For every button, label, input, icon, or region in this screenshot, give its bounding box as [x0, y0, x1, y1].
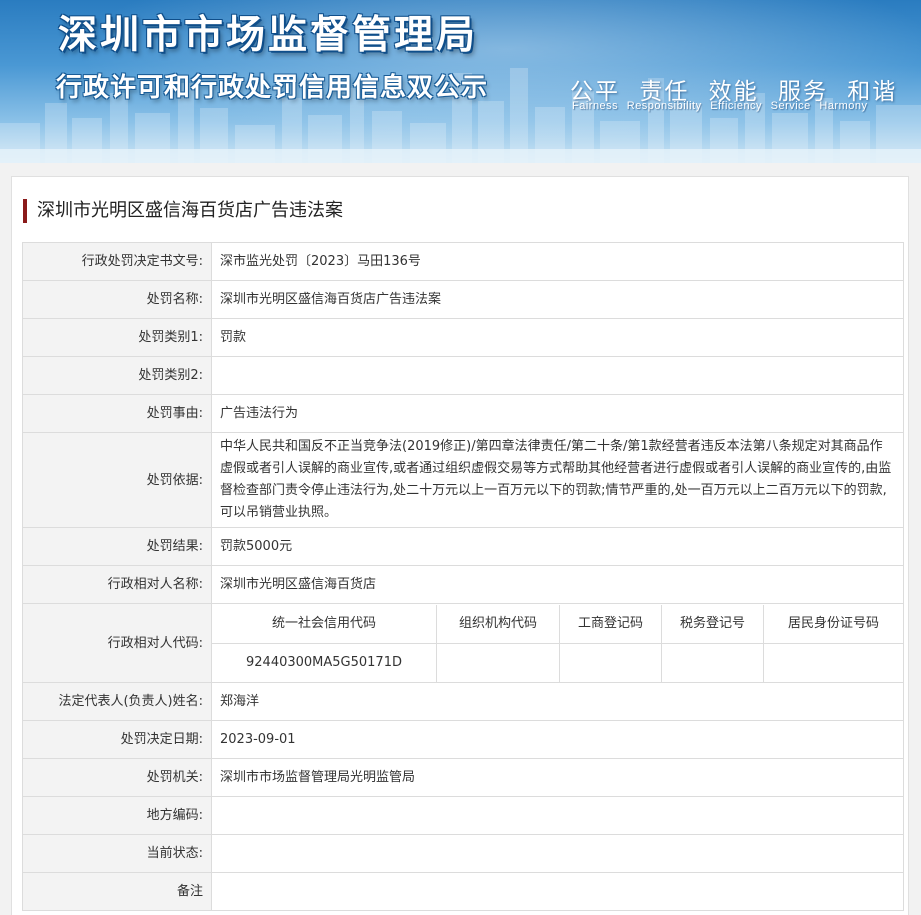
- case-detail-card: 深圳市光明区盛信海百货店广告违法案 行政处罚决定书文号: 深市监光处罚〔2023…: [11, 176, 909, 915]
- code-header: 工商登记码: [559, 604, 662, 644]
- field-value-party-name: 深圳市光明区盛信海百货店: [211, 565, 904, 604]
- banner-title: 深圳市市场监督管理局: [58, 13, 479, 58]
- case-info-table: 行政处罚决定书文号: 深市监光处罚〔2023〕马田136号 处罚名称: 深圳市光…: [22, 242, 904, 911]
- field-label: 处罚机关:: [22, 758, 212, 797]
- business-reg-value: [559, 642, 662, 682]
- field-label: 处罚事由:: [22, 394, 212, 433]
- slogan-word-en: Harmony: [819, 100, 868, 112]
- party-code-table: 统一社会信用代码 组织机构代码 工商登记码 税务登记号 居民身份证号码 9244…: [212, 604, 903, 682]
- id-number-value: [763, 642, 903, 682]
- org-code-value: [436, 642, 560, 682]
- banner-subtitle: 行政许可和行政处罚信用信息双公示: [56, 73, 489, 103]
- field-value-status: [211, 834, 904, 873]
- table-row: 处罚结果: 罚款5000元: [22, 527, 904, 566]
- case-title: 深圳市光明区盛信海百货店广告违法案: [23, 199, 343, 223]
- field-value-remarks: [211, 872, 904, 911]
- table-row: 备注: [22, 872, 904, 911]
- field-label: 处罚名称:: [22, 280, 212, 319]
- table-row: 行政相对人代码: 统一社会信用代码 组织机构代码 工商登记码 税务登记号 居民身…: [22, 603, 904, 683]
- field-value-authority: 深圳市市场监督管理局光明监管局: [211, 758, 904, 797]
- field-label: 行政相对人代码:: [22, 603, 212, 683]
- field-label: 处罚类别1:: [22, 318, 212, 357]
- table-row: 行政处罚决定书文号: 深市监光处罚〔2023〕马田136号: [22, 242, 904, 281]
- field-label: 行政相对人名称:: [22, 565, 212, 604]
- party-code-cell: 统一社会信用代码 组织机构代码 工商登记码 税务登记号 居民身份证号码 9244…: [211, 603, 904, 683]
- table-row: 法定代表人(负责人)姓名: 郑海洋: [22, 682, 904, 721]
- field-label: 行政处罚决定书文号:: [22, 242, 212, 281]
- table-row: 处罚类别2:: [22, 356, 904, 395]
- slogan-word-en: Efficiency: [710, 100, 763, 112]
- field-value-legal-rep: 郑海洋: [211, 682, 904, 721]
- field-label: 处罚依据:: [22, 432, 212, 528]
- code-header: 税务登记号: [661, 604, 764, 644]
- code-header: 居民身份证号码: [763, 604, 903, 644]
- table-row: 处罚事由: 广告违法行为: [22, 394, 904, 433]
- slogan-english: Fairness Responsibility Efficiency Servi…: [572, 100, 873, 112]
- table-row: 地方编码:: [22, 796, 904, 835]
- code-header-row: 统一社会信用代码 组织机构代码 工商登记码 税务登记号 居民身份证号码: [212, 604, 903, 644]
- code-header: 组织机构代码: [436, 604, 560, 644]
- field-label: 地方编码:: [22, 796, 212, 835]
- field-value-decision-date: 2023-09-01: [211, 720, 904, 759]
- field-label: 当前状态:: [22, 834, 212, 873]
- credit-code-value: 92440300MA5G50171D: [212, 642, 437, 682]
- field-label: 处罚类别2:: [22, 356, 212, 395]
- table-row: 处罚名称: 深圳市光明区盛信海百货店广告违法案: [22, 280, 904, 319]
- field-value-result: 罚款5000元: [211, 527, 904, 566]
- field-value-name: 深圳市光明区盛信海百货店广告违法案: [211, 280, 904, 319]
- table-row: 处罚决定日期: 2023-09-01: [22, 720, 904, 759]
- code-value-row: 92440300MA5G50171D: [212, 642, 903, 682]
- field-value-basis: 中华人民共和国反不正当竞争法(2019修正)/第四章法律责任/第二十条/第1款经…: [211, 432, 904, 528]
- field-label: 处罚决定日期:: [22, 720, 212, 759]
- field-value-local-code: [211, 796, 904, 835]
- field-value-category2: [211, 356, 904, 395]
- field-value-reason: 广告违法行为: [211, 394, 904, 433]
- slogan-word-en: Responsibility: [626, 100, 702, 112]
- table-row: 当前状态:: [22, 834, 904, 873]
- field-label: 备注: [22, 872, 212, 911]
- table-row: 处罚类别1: 罚款: [22, 318, 904, 357]
- table-row: 行政相对人名称: 深圳市光明区盛信海百货店: [22, 565, 904, 604]
- field-label: 法定代表人(负责人)姓名:: [22, 682, 212, 721]
- code-header: 统一社会信用代码: [212, 604, 437, 644]
- slogan-word-en: Service: [770, 100, 811, 112]
- tax-reg-value: [661, 642, 764, 682]
- field-label: 处罚结果:: [22, 527, 212, 566]
- field-value-category1: 罚款: [211, 318, 904, 357]
- slogan-word-en: Fairness: [572, 100, 619, 112]
- table-row: 处罚依据: 中华人民共和国反不正当竞争法(2019修正)/第四章法律责任/第二十…: [22, 432, 904, 528]
- table-row: 处罚机关: 深圳市市场监督管理局光明监管局: [22, 758, 904, 797]
- field-value-doc-no: 深市监光处罚〔2023〕马田136号: [211, 242, 904, 281]
- header-banner: 深圳市市场监督管理局 行政许可和行政处罚信用信息双公示 公平 责任 效能 服务 …: [0, 0, 921, 163]
